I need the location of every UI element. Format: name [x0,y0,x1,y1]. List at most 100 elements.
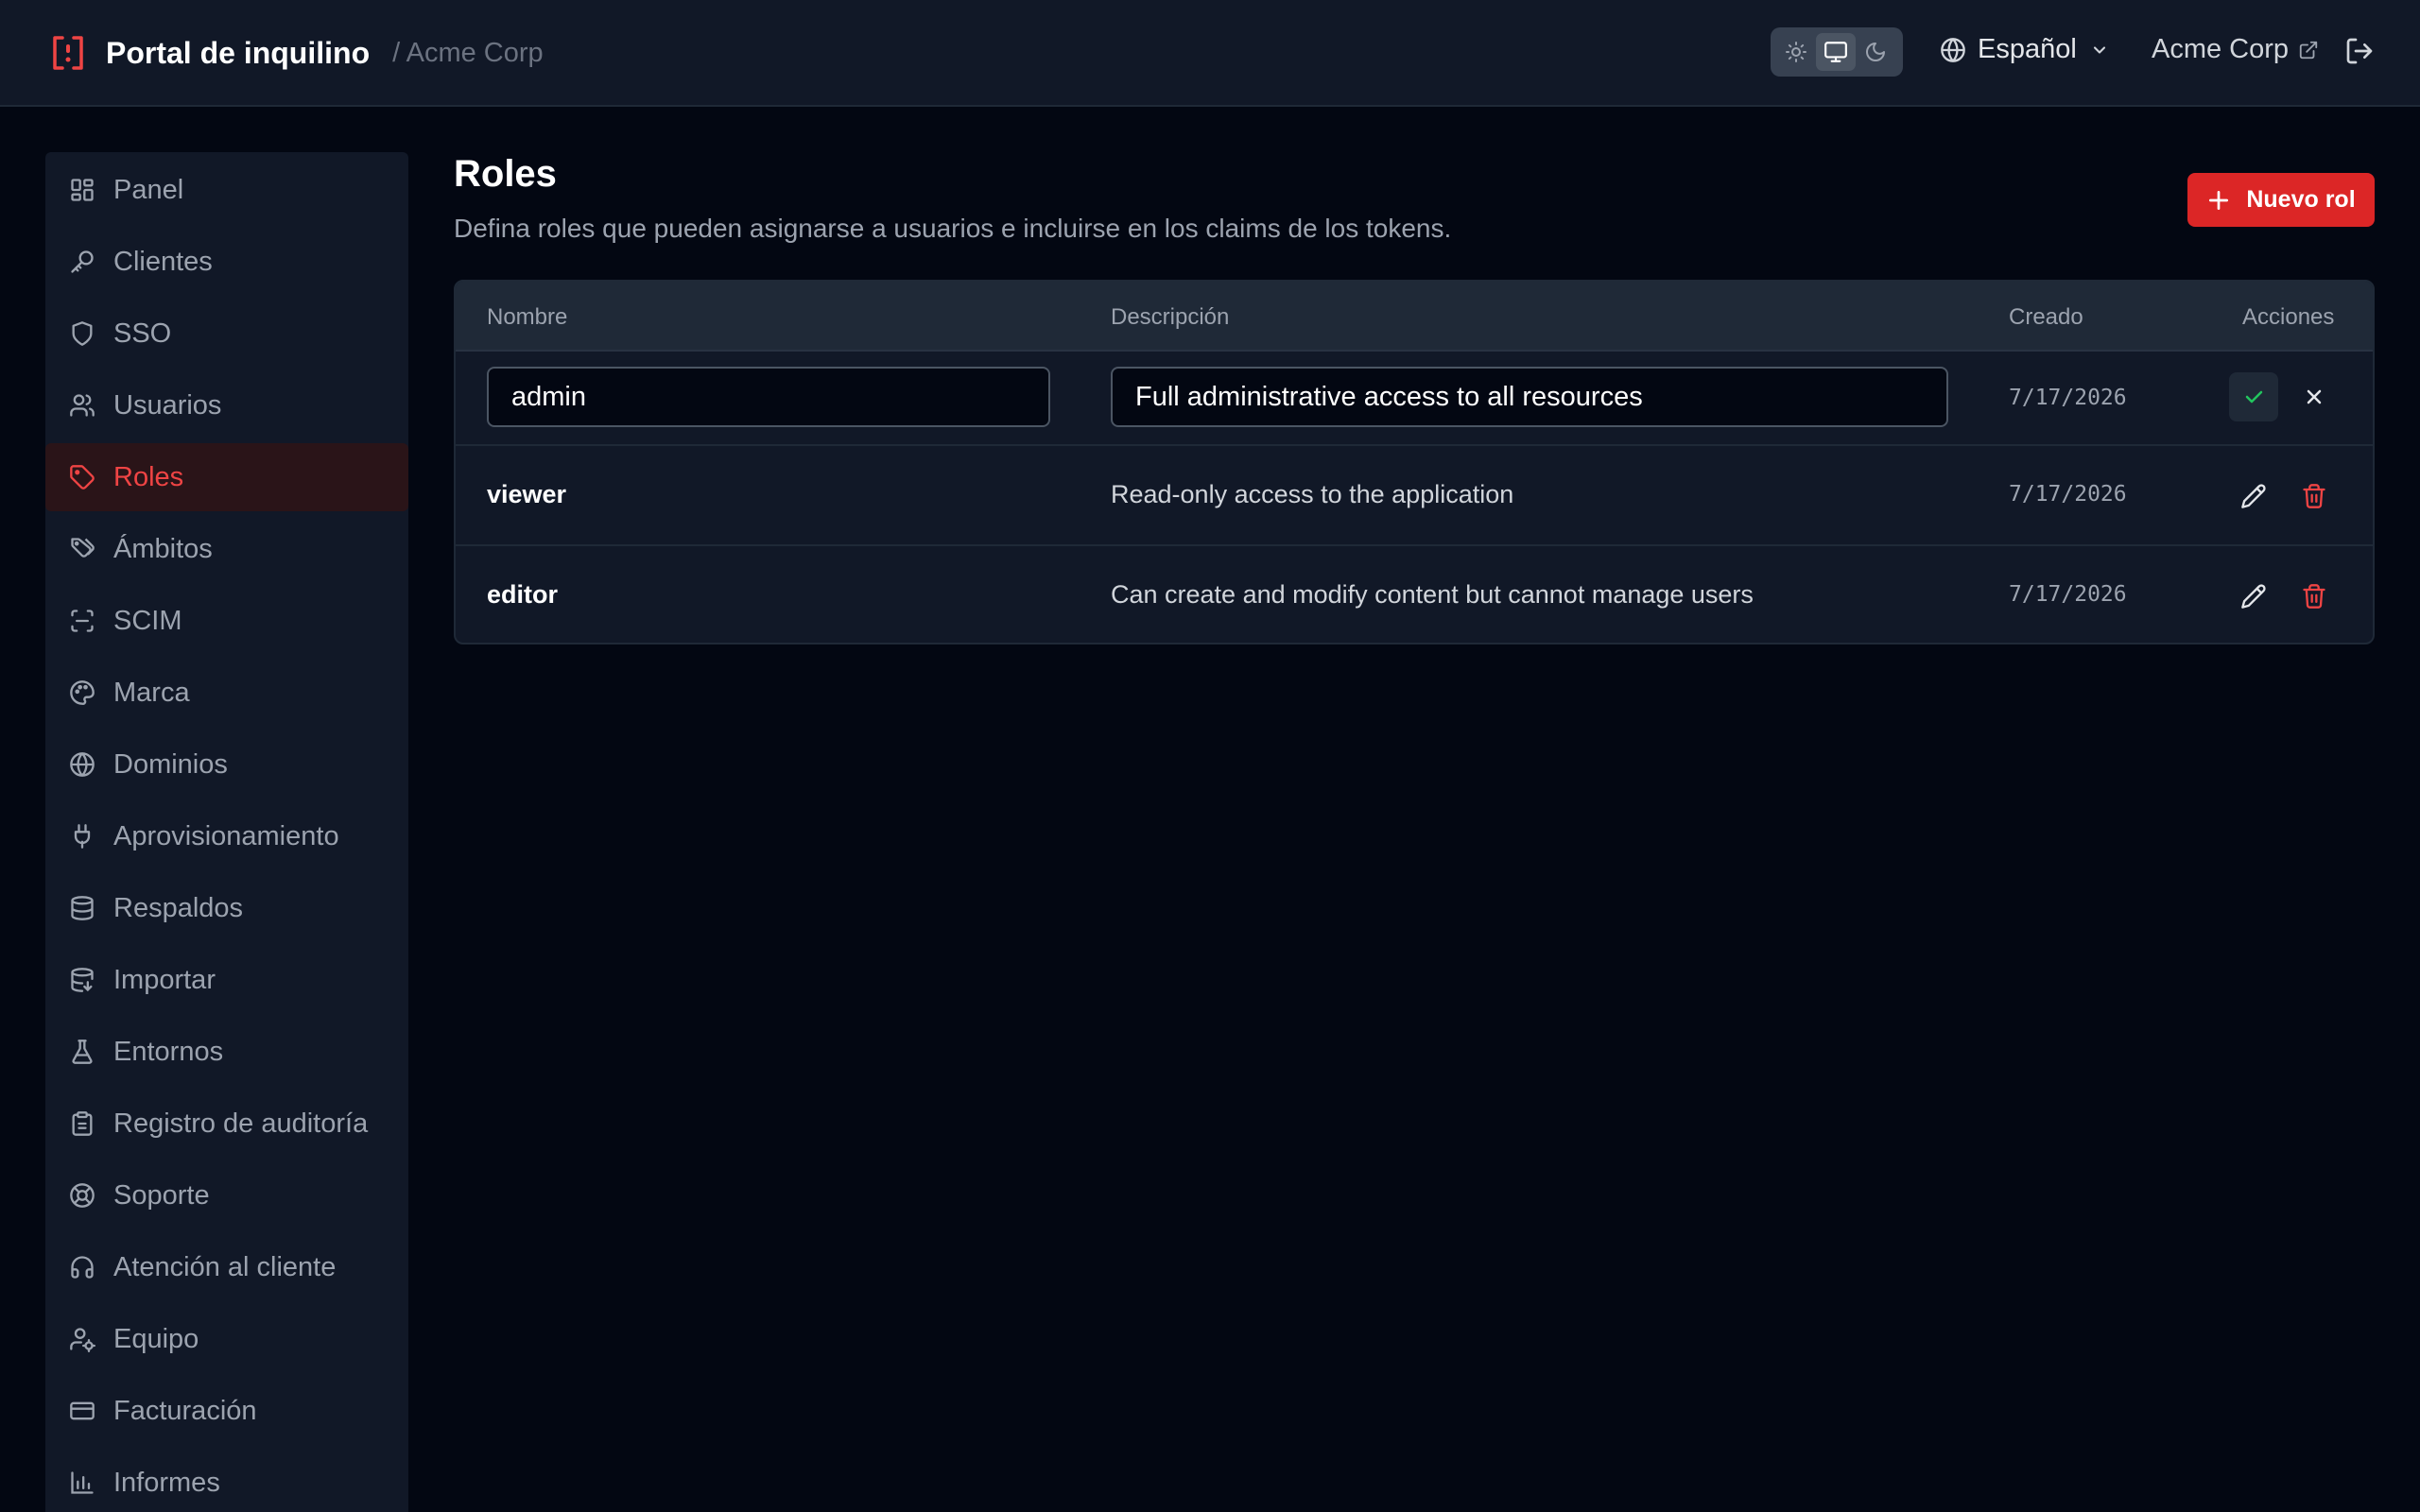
moon-icon [1864,41,1887,63]
users-icon [68,391,96,420]
sidebar-item-label: Importar [113,964,216,995]
sidebar-item-facturacion[interactable]: Facturación [45,1377,408,1445]
edit-button[interactable] [2229,572,2278,621]
sidebar-item-label: Equipo [113,1323,199,1354]
user-gear-icon [68,1325,96,1353]
role-name: editor [487,580,559,609]
role-description-input[interactable]: Full administrative access to all resour… [1111,367,1948,427]
sidebar-item-label: Usuarios [113,389,222,421]
sidebar-item-label: Panel [113,174,184,205]
column-header-nombre[interactable]: Nombre [487,304,567,331]
sidebar-item-label: SSO [113,318,172,349]
sidebar-item-ambitos[interactable]: Ámbitos [45,515,408,583]
page-subtitle: Defina roles que pueden asignarse a usua… [454,214,1452,243]
credit-card-icon [68,1397,96,1425]
logo-icon [51,34,85,72]
roles-table: Nombre Descripción Creado Acciones admin… [454,280,2375,644]
delete-button[interactable] [2290,472,2339,521]
sidebar-item-label: Atención al cliente [113,1251,337,1282]
dashboard-icon [68,176,96,204]
logout-button[interactable] [2344,36,2375,66]
tags-icon [68,535,96,563]
sidebar-item-marca[interactable]: Marca [45,659,408,727]
sidebar-item-roles[interactable]: Roles [45,443,408,511]
globe-icon [1940,37,1966,63]
scan-icon [68,607,96,635]
column-header-creado[interactable]: Creado [2009,304,2083,331]
clipboard-icon [68,1109,96,1138]
plus-icon [2206,188,2246,213]
theme-light-button[interactable] [1776,33,1816,71]
logout-icon [2344,36,2375,66]
language-label: Español [1978,34,2077,64]
theme-dark-button[interactable] [1856,33,1895,71]
bar-chart-icon [68,1469,96,1497]
role-name: viewer [487,480,567,508]
created-date: 7/17/2026 [2009,482,2127,507]
sidebar-item-label: Roles [113,461,184,492]
table-row: editor Can create and modify content but… [456,546,2373,643]
sidebar-item-label: Aprovisionamiento [113,820,339,851]
sidebar-item-label: Registro de auditoría [113,1108,369,1139]
flask-icon [68,1038,96,1066]
chevron-down-icon [2090,41,2109,60]
new-role-label: Nuevo rol [2246,186,2356,213]
sidebar-item-label: Respaldos [113,892,244,923]
database-import-icon [68,966,96,994]
tag-icon [68,463,96,491]
created-date: 7/17/2026 [2009,582,2127,607]
created-date: 7/17/2026 [2009,386,2127,410]
sidebar-item-dominios[interactable]: Dominios [45,730,408,799]
sidebar-item-atencion-cliente[interactable]: Atención al cliente [45,1233,408,1301]
database-icon [68,894,96,922]
sidebar-item-sso[interactable]: SSO [45,300,408,368]
sidebar-item-informes[interactable]: Informes [45,1449,408,1512]
delete-button[interactable] [2290,572,2339,621]
pencil-icon [2240,483,2267,509]
trash-icon [2301,583,2327,610]
sidebar-item-label: Entornos [113,1036,224,1067]
sidebar-item-panel[interactable]: Panel [45,156,408,224]
sidebar-item-registro-auditoria[interactable]: Registro de auditoría [45,1090,408,1158]
headset-icon [68,1253,96,1281]
sidebar-item-clientes[interactable]: Clientes [45,228,408,296]
plug-icon [68,822,96,850]
globe-icon [68,750,96,779]
sidebar: Panel Clientes SSO Usuarios Roles Ámbito… [45,152,408,1512]
sidebar-item-entornos[interactable]: Entornos [45,1018,408,1086]
theme-switcher [1771,27,1903,77]
save-button[interactable] [2229,372,2278,421]
sidebar-item-importar[interactable]: Importar [45,946,408,1014]
cancel-button[interactable] [2290,372,2339,421]
breadcrumb: / Acme Corp [392,37,544,68]
lifebuoy-icon [68,1181,96,1210]
column-header-descripcion[interactable]: Descripción [1111,304,1229,331]
edit-button[interactable] [2229,472,2278,521]
sidebar-item-label: SCIM [113,605,182,636]
theme-system-button[interactable] [1816,33,1856,71]
brand[interactable]: Portal de inquilino / Acme Corp [51,34,544,72]
top-bar: Portal de inquilino / Acme Corp Español … [0,0,2420,107]
sidebar-item-respaldos[interactable]: Respaldos [45,874,408,942]
column-header-acciones: Acciones [2242,304,2335,330]
sidebar-item-scim[interactable]: SCIM [45,587,408,655]
language-selector[interactable]: Español [1940,34,2109,65]
sidebar-item-label: Clientes [113,246,213,277]
app-title: Portal de inquilino [106,35,371,70]
sidebar-item-soporte[interactable]: Soporte [45,1161,408,1229]
role-name-input[interactable]: admin [487,367,1050,427]
table-row-editing: admin Full administrative access to all … [456,352,2373,446]
close-icon [2303,386,2325,408]
sidebar-item-label: Soporte [113,1179,210,1211]
sidebar-item-equipo[interactable]: Equipo [45,1305,408,1373]
sidebar-item-aprovisionamiento[interactable]: Aprovisionamiento [45,802,408,870]
shield-icon [68,319,96,348]
sidebar-item-usuarios[interactable]: Usuarios [45,371,408,439]
org-link[interactable]: Acme Corp [2152,34,2319,65]
external-link-icon [2298,40,2319,60]
trash-icon [2301,483,2327,509]
pencil-icon [2240,583,2267,610]
sun-icon [1785,41,1807,63]
role-description: Read-only access to the application [1111,480,1514,508]
new-role-button[interactable]: Nuevo rol [2187,173,2375,227]
